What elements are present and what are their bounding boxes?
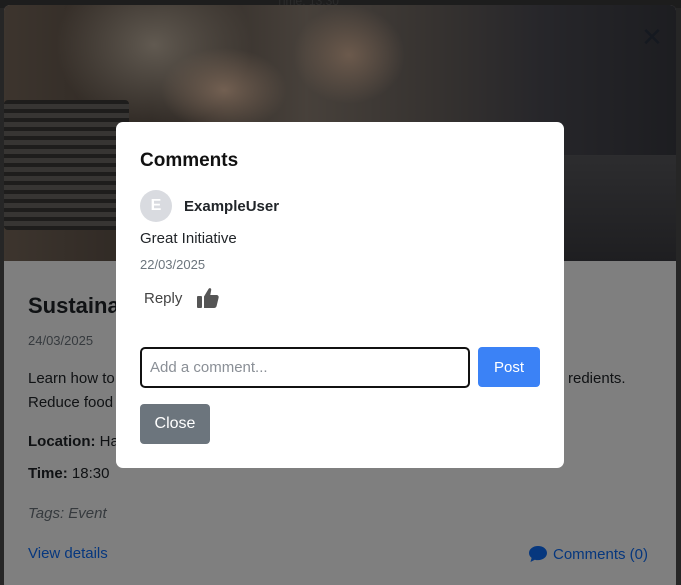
comment-input[interactable]	[140, 347, 470, 388]
comment-text: Great Initiative	[140, 230, 237, 247]
thumbs-up-icon[interactable]	[196, 286, 220, 310]
comment-date: 22/03/2025	[140, 257, 206, 272]
post-button[interactable]: Post	[478, 347, 540, 387]
avatar: E	[140, 190, 172, 222]
close-button[interactable]: Close	[140, 404, 210, 444]
comments-modal: Comments E ExampleUser Great Initiative …	[116, 122, 564, 468]
modal-title: Comments	[140, 150, 239, 171]
comment-username: ExampleUser	[184, 198, 280, 215]
reply-button[interactable]: Reply	[144, 290, 182, 307]
